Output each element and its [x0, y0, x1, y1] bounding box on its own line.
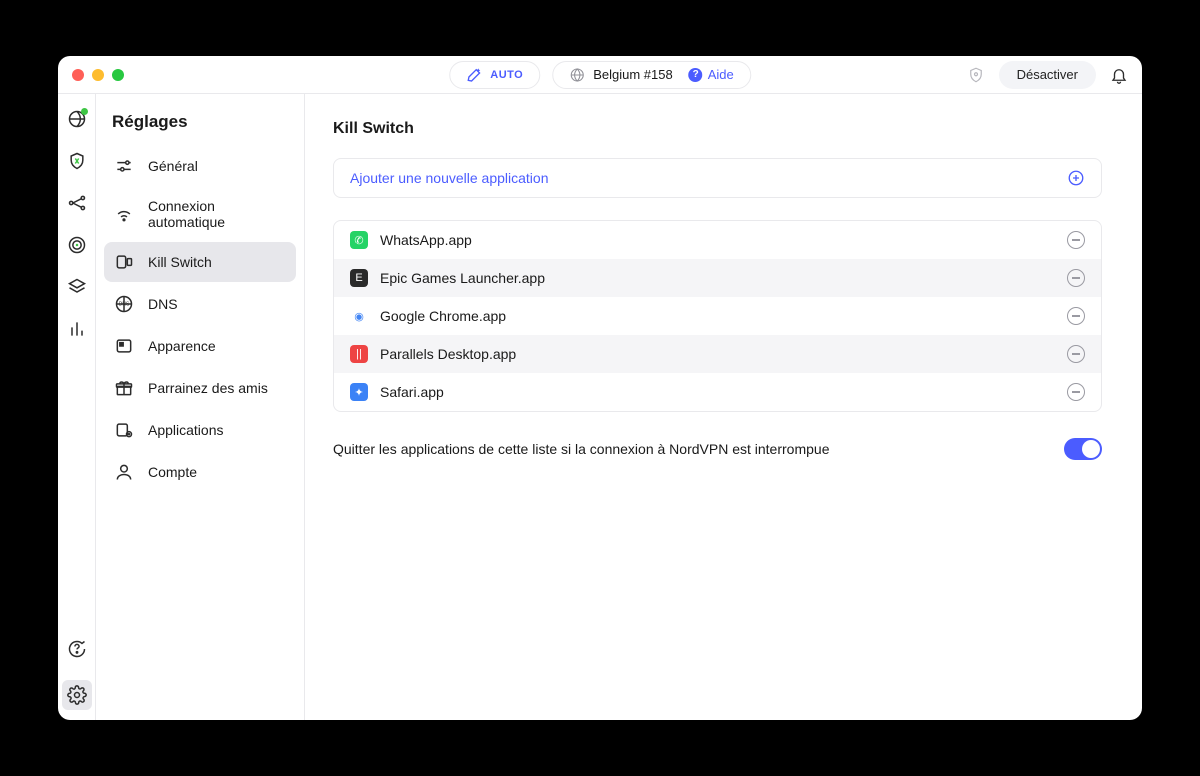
- rail-settings-icon[interactable]: [62, 680, 92, 710]
- sidebar-item-refer[interactable]: Parrainez des amis: [104, 368, 296, 408]
- kill-switch-icon: [114, 252, 134, 272]
- gift-icon: [114, 378, 134, 398]
- add-application-label: Ajouter une nouvelle application: [350, 170, 548, 186]
- settings-sidebar: Réglages Général Connexion automatique K…: [96, 94, 305, 720]
- app-name: Parallels Desktop.app: [380, 346, 1055, 362]
- wand-icon: [466, 67, 482, 83]
- app-name: WhatsApp.app: [380, 232, 1055, 248]
- rail-globe-icon[interactable]: [66, 108, 88, 130]
- window-body: Réglages Général Connexion automatique K…: [58, 94, 1142, 720]
- remove-app-button[interactable]: [1067, 383, 1085, 401]
- app-name: Epic Games Launcher.app: [380, 270, 1055, 286]
- sidebar-item-autoconnect[interactable]: Connexion automatique: [104, 188, 296, 240]
- toggle-description: Quitter les applications de cette liste …: [333, 441, 829, 457]
- icon-rail: [58, 94, 96, 720]
- rail-mesh-icon[interactable]: [66, 192, 88, 214]
- globe-icon: [569, 67, 585, 83]
- sidebar-item-label: Connexion automatique: [148, 198, 286, 230]
- sidebar-item-label: DNS: [148, 296, 178, 312]
- sidebar-item-label: Parrainez des amis: [148, 380, 268, 396]
- auto-label: AUTO: [490, 69, 523, 81]
- quit-apps-toggle-row: Quitter les applications de cette liste …: [333, 438, 1102, 460]
- help-icon: ?: [689, 68, 703, 82]
- app-row: ✆ WhatsApp.app: [334, 221, 1101, 259]
- sidebar-item-account[interactable]: Compte: [104, 452, 296, 492]
- server-pill[interactable]: Belgium #158 ? Aide: [552, 61, 751, 89]
- rail-shield-icon[interactable]: [66, 150, 88, 172]
- minimize-window-button[interactable]: [92, 69, 104, 81]
- app-icon: ✦: [350, 383, 368, 401]
- remove-app-button[interactable]: [1067, 307, 1085, 325]
- sidebar-item-kill-switch[interactable]: Kill Switch: [104, 242, 296, 282]
- app-row: ✦ Safari.app: [334, 373, 1101, 411]
- app-icon: E: [350, 269, 368, 287]
- app-row: E Epic Games Launcher.app: [334, 259, 1101, 297]
- notifications-button[interactable]: [1110, 66, 1128, 84]
- app-name: Safari.app: [380, 384, 1055, 400]
- svg-text:DNS: DNS: [119, 302, 130, 308]
- add-application-button[interactable]: Ajouter une nouvelle application: [333, 158, 1102, 198]
- plus-circle-icon: [1067, 169, 1085, 187]
- app-row: ◉ Google Chrome.app: [334, 297, 1101, 335]
- maximize-window-button[interactable]: [112, 69, 124, 81]
- rail-radar-icon[interactable]: [66, 234, 88, 256]
- user-icon: [114, 462, 134, 482]
- rail-layers-icon[interactable]: [66, 276, 88, 298]
- rail-stats-icon[interactable]: [66, 318, 88, 340]
- app-icon: ◉: [350, 307, 368, 325]
- sidebar-item-label: Compte: [148, 464, 197, 480]
- dns-icon: DNS: [114, 294, 134, 314]
- remove-app-button[interactable]: [1067, 345, 1085, 363]
- sidebar-item-dns[interactable]: DNS DNS: [104, 284, 296, 324]
- wifi-icon: [114, 204, 134, 224]
- shield-status-icon[interactable]: [967, 66, 985, 84]
- page-title: Kill Switch: [333, 120, 1102, 138]
- app-icon: ||: [350, 345, 368, 363]
- app-name: Google Chrome.app: [380, 308, 1055, 324]
- sidebar-item-general[interactable]: Général: [104, 146, 296, 186]
- remove-app-button[interactable]: [1067, 269, 1085, 287]
- help-label: Aide: [708, 67, 734, 82]
- sidebar-item-label: Général: [148, 158, 198, 174]
- traffic-lights: [72, 69, 124, 81]
- sidebar-item-label: Apparence: [148, 338, 216, 354]
- titlebar-right: Désactiver: [967, 61, 1128, 89]
- app-row: || Parallels Desktop.app: [334, 335, 1101, 373]
- main-content: Kill Switch Ajouter une nouvelle applica…: [305, 94, 1142, 720]
- sidebar-item-applications[interactable]: Applications: [104, 410, 296, 450]
- deactivate-label: Désactiver: [1017, 67, 1078, 82]
- sidebar-item-label: Kill Switch: [148, 254, 212, 270]
- close-window-button[interactable]: [72, 69, 84, 81]
- sliders-icon: [114, 156, 134, 176]
- app-icon: ✆: [350, 231, 368, 249]
- titlebar-center: AUTO Belgium #158 ? Aide: [449, 61, 751, 89]
- help-link[interactable]: ? Aide: [689, 67, 734, 82]
- apps-icon: [114, 420, 134, 440]
- sidebar-item-appearance[interactable]: Apparence: [104, 326, 296, 366]
- sidebar-item-label: Applications: [148, 422, 224, 438]
- sidebar-title: Réglages: [104, 112, 296, 146]
- auto-mode-pill[interactable]: AUTO: [449, 61, 540, 89]
- server-name: Belgium #158: [593, 67, 673, 82]
- app-window: AUTO Belgium #158 ? Aide Désactiver: [58, 56, 1142, 720]
- titlebar: AUTO Belgium #158 ? Aide Désactiver: [58, 56, 1142, 94]
- appearance-icon: [114, 336, 134, 356]
- app-list: ✆ WhatsApp.app E Epic Games Launcher.app ◉ Go…: [333, 220, 1102, 412]
- quit-apps-toggle[interactable]: [1064, 438, 1102, 460]
- remove-app-button[interactable]: [1067, 231, 1085, 249]
- rail-help-icon[interactable]: [66, 638, 88, 660]
- deactivate-button[interactable]: Désactiver: [999, 61, 1096, 89]
